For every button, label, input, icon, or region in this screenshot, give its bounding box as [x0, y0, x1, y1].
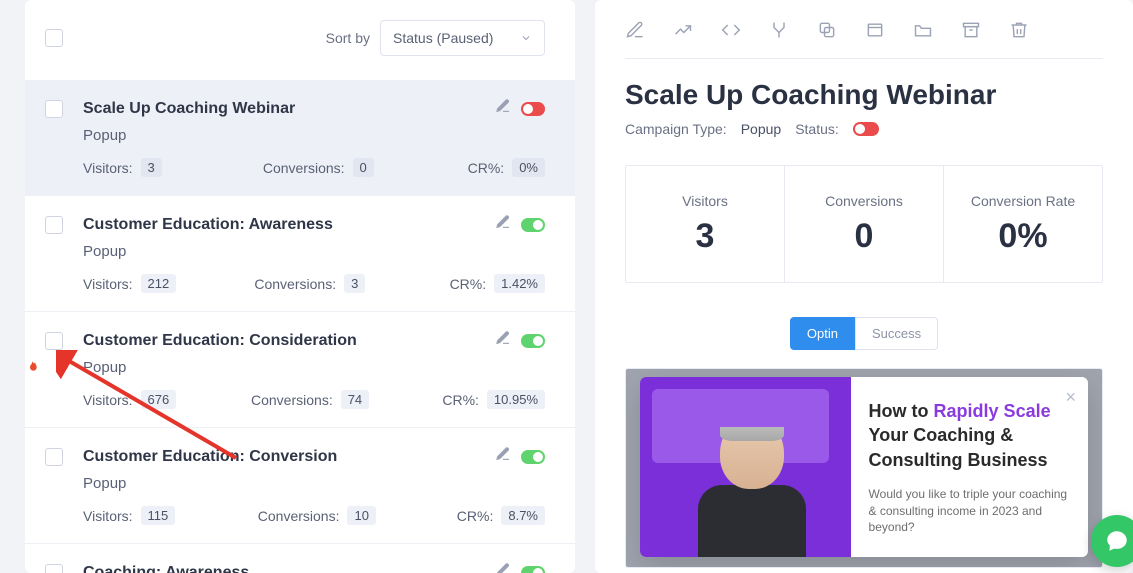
metric-cr-value: 0%	[998, 217, 1047, 256]
metric-visitors-label: Visitors	[682, 193, 728, 209]
conversions-label: Conversions:	[254, 276, 336, 292]
tab-success[interactable]: Success	[855, 317, 938, 350]
cr-label: CR%:	[442, 392, 479, 408]
visitors-label: Visitors:	[83, 276, 133, 292]
campaign-type: Popup	[83, 359, 545, 376]
metric-cr-label: Conversion Rate	[971, 193, 1075, 209]
campaign-title: Customer Education: Consideration	[83, 332, 495, 350]
visitors-label: Visitors:	[83, 508, 133, 524]
hot-campaign-icon	[24, 358, 40, 383]
detail-title: Scale Up Coaching Webinar	[625, 79, 1103, 111]
copy-icon[interactable]	[817, 20, 837, 40]
popup-heading-pre: How to	[869, 401, 934, 421]
edit-campaign-icon[interactable]	[495, 562, 511, 573]
campaign-toggle[interactable]	[521, 566, 545, 573]
cr-value: 1.42%	[494, 274, 545, 293]
popup-card: × How to Rapidly Scale Your Coaching & C…	[640, 377, 1088, 557]
conversions-value: 3	[344, 274, 365, 293]
popup-close-icon[interactable]: ×	[1065, 387, 1076, 408]
status-label: Status:	[795, 121, 839, 137]
campaign-item[interactable]: Customer Education: Awareness Popup Visi…	[25, 196, 575, 312]
campaign-title: Customer Education: Conversion	[83, 448, 495, 466]
campaign-type: Popup	[83, 243, 545, 260]
campaign-type: Popup	[83, 475, 545, 492]
conversions-value: 10	[347, 506, 375, 525]
conversions-label: Conversions:	[258, 508, 340, 524]
visitors-value: 676	[141, 390, 177, 409]
edit-icon[interactable]	[625, 20, 645, 40]
campaign-preview: × How to Rapidly Scale Your Coaching & C…	[625, 368, 1103, 568]
popup-heading-post: Your Coaching & Consulting Business	[869, 425, 1048, 469]
campaign-title: Customer Education: Awareness	[83, 216, 495, 234]
campaign-item[interactable]: Customer Education: Conversion Popup Vis…	[25, 428, 575, 544]
cr-value: 0%	[512, 158, 545, 177]
cr-label: CR%:	[468, 160, 505, 176]
campaign-type: Popup	[83, 127, 545, 144]
popup-body: Would you like to triple your coaching &…	[869, 486, 1070, 536]
analytics-icon[interactable]	[673, 20, 693, 40]
campaign-title: Coaching: Awareness	[83, 564, 495, 573]
cr-value: 10.95%	[487, 390, 545, 409]
campaign-type-label: Campaign Type:	[625, 121, 727, 137]
campaign-item[interactable]: Customer Education: Consideration Popup …	[25, 312, 575, 428]
metric-visitors-value: 3	[696, 217, 715, 256]
edit-campaign-icon[interactable]	[495, 98, 511, 119]
cr-value: 8.7%	[501, 506, 545, 525]
code-icon[interactable]	[721, 20, 741, 40]
edit-campaign-icon[interactable]	[495, 214, 511, 235]
visitors-label: Visitors:	[83, 392, 133, 408]
popup-heading-accent: Rapidly Scale	[934, 401, 1051, 421]
campaign-checkbox[interactable]	[45, 564, 63, 573]
sort-by-select[interactable]: Status (Paused)	[380, 20, 545, 56]
conversions-label: Conversions:	[251, 392, 333, 408]
campaign-list-panel: Sort by Status (Paused) Scale Up Coachin…	[25, 0, 575, 573]
campaign-type-value: Popup	[741, 121, 781, 137]
metric-conversions-value: 0	[855, 217, 874, 256]
edit-campaign-icon[interactable]	[495, 446, 511, 467]
visitors-value: 3	[141, 158, 162, 177]
visitors-value: 212	[141, 274, 177, 293]
tab-optin[interactable]: Optin	[790, 317, 855, 350]
campaign-item[interactable]: Coaching: Awareness Popup Visitors: Conv…	[25, 544, 575, 573]
sort-value: Status (Paused)	[393, 30, 493, 46]
status-toggle[interactable]	[853, 122, 879, 136]
campaign-toggle[interactable]	[521, 334, 545, 348]
folder-icon[interactable]	[913, 20, 933, 40]
visitors-value: 115	[141, 506, 176, 525]
campaign-checkbox[interactable]	[45, 100, 63, 118]
campaign-toggle[interactable]	[521, 450, 545, 464]
detail-toolbar	[625, 14, 1103, 58]
visitors-label: Visitors:	[83, 160, 133, 176]
campaign-checkbox[interactable]	[45, 448, 63, 466]
chevron-down-icon	[520, 32, 532, 44]
metrics-row: Visitors 3 Conversions 0 Conversion Rate…	[625, 165, 1103, 283]
select-all-checkbox[interactable]	[45, 29, 63, 47]
conversions-label: Conversions:	[263, 160, 345, 176]
campaign-checkbox[interactable]	[45, 216, 63, 234]
campaign-toggle[interactable]	[521, 218, 545, 232]
cr-label: CR%:	[457, 508, 494, 524]
campaign-detail-panel: Scale Up Coaching Webinar Campaign Type:…	[595, 0, 1133, 573]
conversions-value: 0	[353, 158, 374, 177]
sort-by-label: Sort by	[326, 30, 370, 46]
popup-heading: How to Rapidly Scale Your Coaching & Con…	[869, 399, 1070, 472]
campaign-toggle[interactable]	[521, 102, 545, 116]
conversions-value: 74	[341, 390, 369, 409]
edit-campaign-icon[interactable]	[495, 330, 511, 351]
metric-conversions-label: Conversions	[825, 193, 903, 209]
cr-label: CR%:	[450, 276, 487, 292]
trash-icon[interactable]	[1009, 20, 1029, 40]
window-icon[interactable]	[865, 20, 885, 40]
campaign-title: Scale Up Coaching Webinar	[83, 100, 495, 118]
archive-icon[interactable]	[961, 20, 981, 40]
campaign-item[interactable]: Scale Up Coaching Webinar Popup Visitors…	[25, 80, 575, 196]
split-test-icon[interactable]	[769, 20, 789, 40]
campaign-checkbox[interactable]	[45, 332, 63, 350]
